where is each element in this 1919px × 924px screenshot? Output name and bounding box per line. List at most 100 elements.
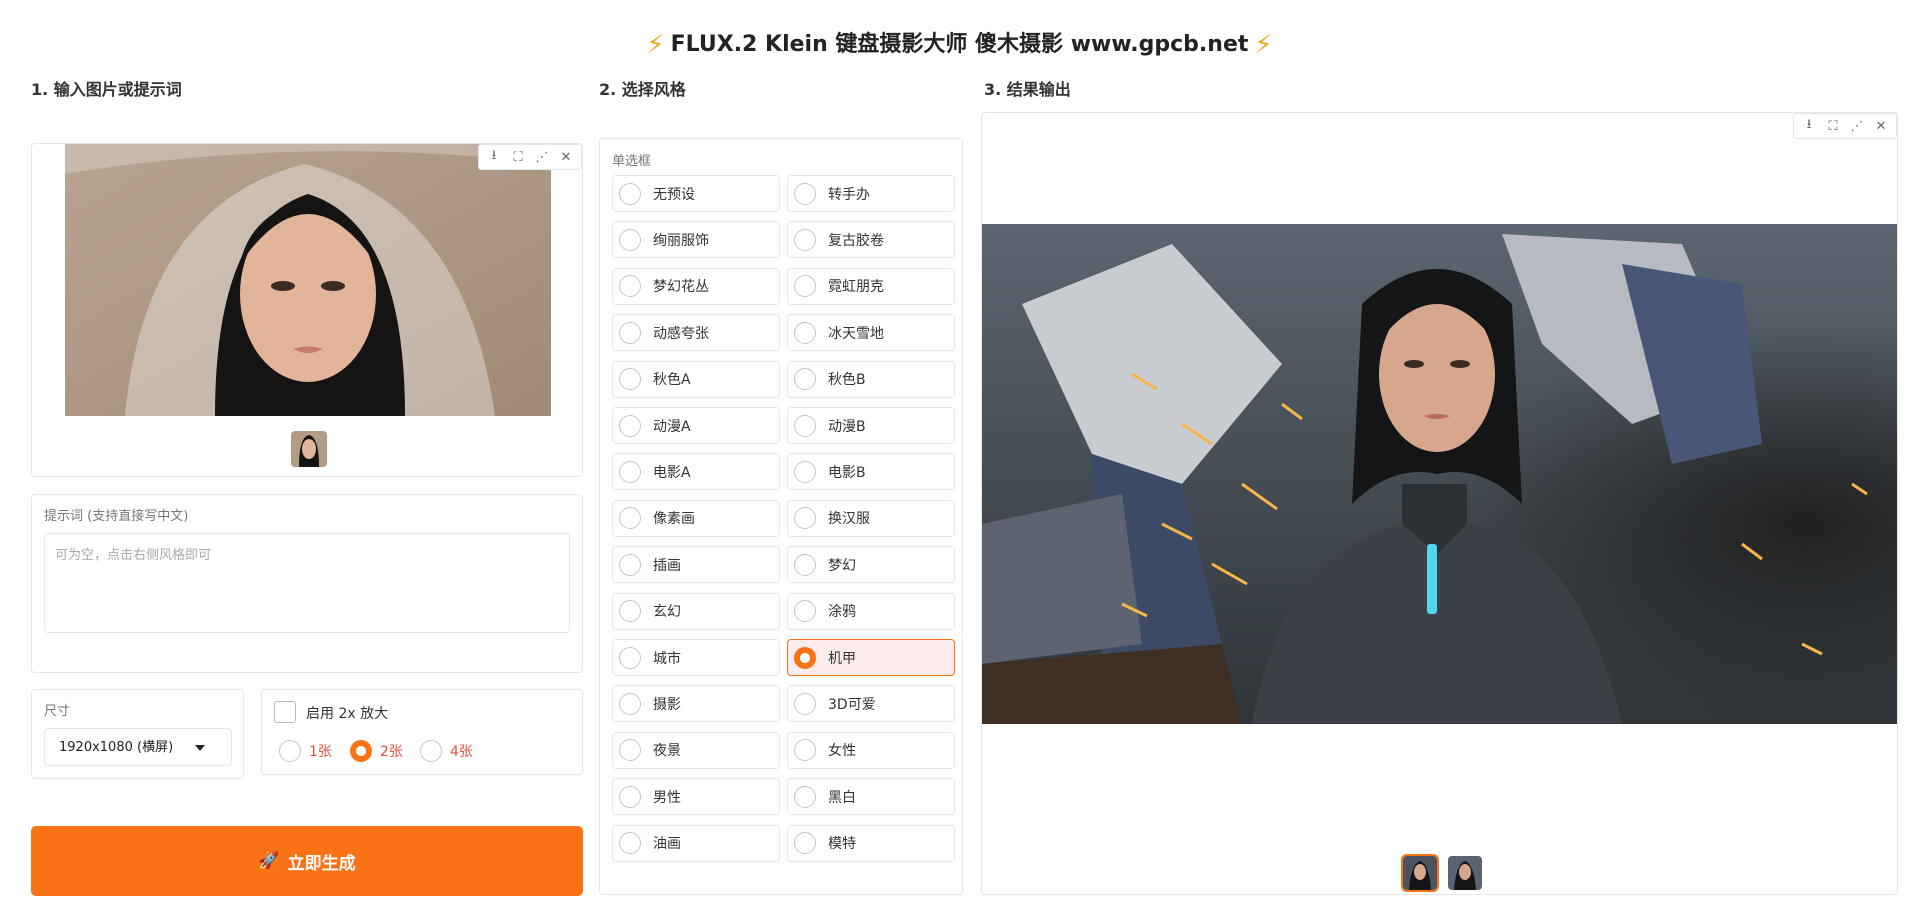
output-column-title: 3. 结果输出	[984, 80, 1071, 99]
style-option[interactable]: 机甲	[787, 639, 955, 676]
count-label: 1张	[309, 744, 332, 760]
style-option[interactable]: 夜景	[612, 731, 780, 769]
size-panel: 尺寸 1920x1080 (横屏)	[31, 689, 244, 779]
upscale-checkbox[interactable]	[274, 701, 296, 723]
input-column-title: 1. 输入图片或提示词	[31, 80, 182, 99]
radio-icon	[794, 785, 816, 808]
download-icon[interactable]: ⭳	[483, 147, 505, 167]
close-icon[interactable]: ✕	[555, 147, 577, 167]
style-option[interactable]: 动漫B	[787, 407, 955, 444]
style-option-label: 涂鸦	[828, 604, 856, 621]
style-option-label: 动漫A	[653, 418, 691, 435]
bolt-icon: ⚡	[646, 30, 665, 60]
radio-icon	[794, 692, 816, 715]
style-option[interactable]: 黑白	[787, 778, 955, 816]
share-icon[interactable]: ⋰	[1846, 116, 1868, 136]
style-option[interactable]: 梦幻花丛	[612, 267, 780, 305]
generate-button[interactable]: 🚀 立即生成	[31, 826, 583, 896]
share-icon[interactable]: ⋰	[531, 147, 553, 167]
input-thumbnail[interactable]	[291, 431, 327, 467]
radio-icon	[619, 414, 641, 437]
style-option-label: 夜景	[653, 743, 681, 760]
style-option-label: 动漫B	[828, 418, 866, 435]
output-image-toolbar: ⭳ ⛶ ⋰ ✕	[1793, 113, 1897, 139]
style-option[interactable]: 梦幻	[787, 546, 955, 584]
fullscreen-icon[interactable]: ⛶	[507, 147, 529, 167]
style-option[interactable]: 换汉服	[787, 499, 955, 537]
radio-icon	[619, 507, 641, 530]
radio-icon	[279, 740, 301, 762]
radio-icon	[619, 646, 641, 669]
style-option[interactable]: 插画	[612, 546, 780, 584]
count-option-1[interactable]: 1张	[279, 740, 332, 762]
count-option-4[interactable]: 4张	[420, 740, 473, 762]
style-option[interactable]: 像素画	[612, 499, 780, 537]
radio-selected-icon	[350, 740, 372, 762]
count-option-2[interactable]: 2张	[350, 740, 403, 762]
chevron-down-icon	[195, 745, 205, 751]
radio-icon	[619, 553, 641, 576]
style-option[interactable]: 转手办	[787, 175, 955, 212]
style-option-label: 转手办	[828, 186, 870, 203]
style-option[interactable]: 动漫A	[612, 407, 780, 444]
style-option[interactable]: 电影A	[612, 453, 780, 491]
style-option[interactable]: 复古胶卷	[787, 221, 955, 259]
style-option[interactable]: 男性	[612, 778, 780, 816]
style-option-label: 绚丽服饰	[653, 232, 709, 249]
style-option-label: 无预设	[653, 186, 695, 203]
style-option[interactable]: 涂鸦	[787, 592, 955, 630]
size-select[interactable]: 1920x1080 (横屏)	[44, 728, 232, 766]
radio-icon	[794, 507, 816, 530]
radio-icon	[420, 740, 442, 762]
radio-icon	[619, 692, 641, 715]
upscale-panel: 启用 2x 放大 1张 2张 4张	[261, 689, 583, 775]
style-panel: 单选框 无预设 转手办绚丽服饰 复古胶卷 梦幻花丛 霓虹朋克动感夸张 冰天雪地秋色A 秋色B…	[599, 138, 963, 895]
radio-icon	[619, 739, 641, 762]
style-option-label: 冰天雪地	[828, 325, 884, 342]
count-label: 2张	[380, 744, 403, 760]
radio-icon	[619, 368, 641, 391]
download-icon[interactable]: ⭳	[1798, 116, 1820, 136]
close-icon[interactable]: ✕	[1870, 116, 1892, 136]
style-option[interactable]: 电影B	[787, 453, 955, 491]
style-option[interactable]: 秋色A	[612, 360, 780, 398]
fullscreen-icon[interactable]: ⛶	[1822, 116, 1844, 136]
rocket-icon: 🚀	[258, 851, 280, 871]
style-option[interactable]: 3D可爱	[787, 685, 955, 723]
style-option[interactable]: 无预设	[612, 175, 780, 212]
style-option-label: 城市	[653, 650, 681, 667]
style-option[interactable]: 女性	[787, 731, 955, 769]
style-option-label: 动感夸张	[653, 325, 709, 342]
style-option-label: 秋色B	[828, 372, 866, 389]
style-option[interactable]: 动感夸张	[612, 314, 780, 352]
input-image-toolbar: ⭳ ⛶ ⋰ ✕	[478, 144, 582, 170]
style-option[interactable]: 玄幻	[612, 592, 780, 630]
style-option[interactable]: 绚丽服饰	[612, 221, 780, 259]
radio-icon	[794, 460, 816, 483]
style-option-label: 换汉服	[828, 511, 870, 528]
style-option-label: 玄幻	[653, 604, 681, 621]
style-option[interactable]: 霓虹朋克	[787, 267, 955, 305]
radio-icon	[619, 321, 641, 344]
style-option-label: 霓虹朋克	[828, 279, 884, 296]
output-thumbnail-2[interactable]	[1448, 856, 1482, 890]
style-option[interactable]: 摄影	[612, 685, 780, 723]
style-option[interactable]: 冰天雪地	[787, 314, 955, 352]
generate-label: 立即生成	[287, 853, 356, 874]
style-option-label: 油画	[653, 836, 681, 853]
style-option[interactable]: 模特	[787, 824, 955, 862]
prompt-label: 提示词 (支持直接写中文)	[44, 509, 189, 524]
prompt-input[interactable]	[44, 533, 570, 633]
style-option-label: 电影B	[828, 464, 866, 481]
style-option[interactable]: 城市	[612, 639, 780, 676]
style-option[interactable]: 秋色B	[787, 360, 955, 398]
style-option-label: 模特	[828, 836, 856, 853]
input-image-panel[interactable]: ⭳ ⛶ ⋰ ✕	[31, 143, 583, 477]
style-group-label: 单选框	[612, 154, 652, 169]
style-option-label: 3D可爱	[828, 696, 876, 713]
style-option-label: 插画	[653, 557, 681, 574]
radio-icon	[794, 600, 816, 623]
style-column-title: 2. 选择风格	[599, 80, 686, 99]
output-thumbnail-1[interactable]	[1401, 854, 1439, 892]
style-option[interactable]: 油画	[612, 824, 780, 862]
